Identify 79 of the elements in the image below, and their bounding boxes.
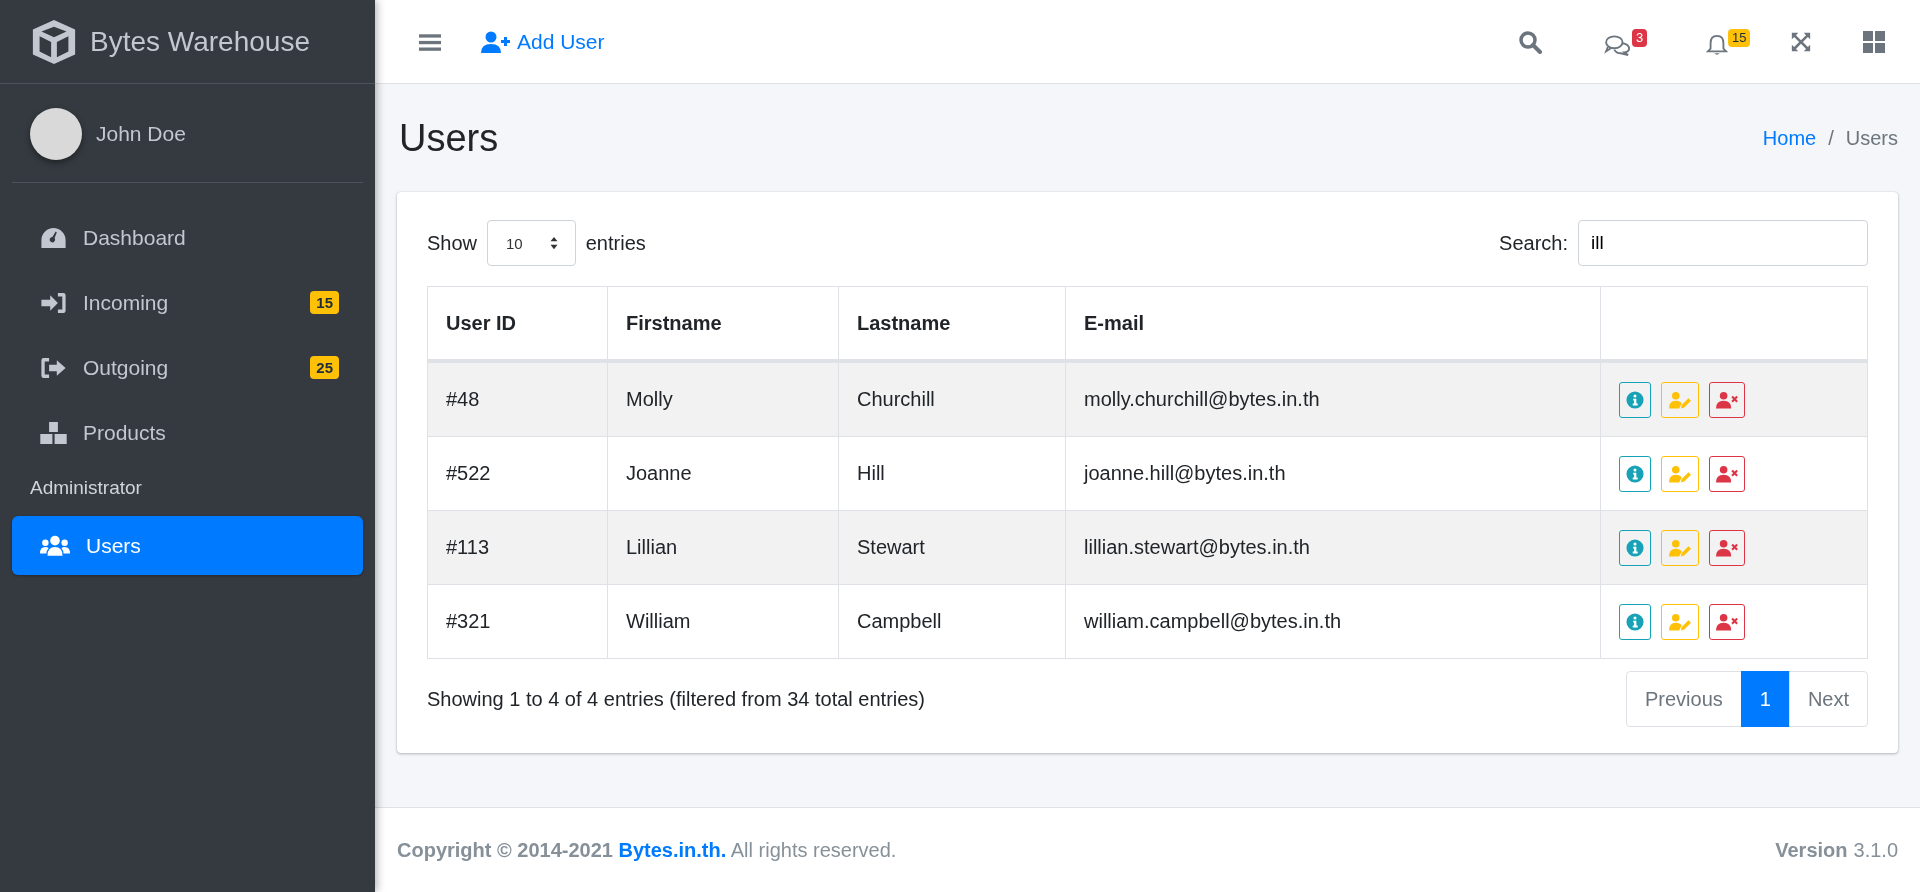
table-cell: molly.churchill@bytes.in.th	[1065, 361, 1601, 437]
add-user-link[interactable]: Add User	[477, 23, 609, 60]
user-plus-icon	[481, 30, 511, 53]
table-cell: william.campbell@bytes.in.th	[1065, 584, 1601, 659]
gauge-icon	[40, 226, 67, 249]
table-cell: #522	[427, 436, 608, 511]
user-edit-icon	[1669, 538, 1691, 557]
info-button[interactable]	[1619, 529, 1651, 566]
user-edit-icon	[1669, 464, 1691, 483]
sidebar-item[interactable]: Incoming 15	[12, 273, 363, 332]
version-number: 3.1.0	[1853, 838, 1898, 862]
search-label: Search:	[1499, 231, 1568, 255]
table-cell: Campbell	[838, 584, 1066, 659]
brand-name[interactable]: Bytes Warehouse	[90, 25, 310, 58]
delete-user-button[interactable]	[1709, 529, 1745, 566]
info-icon	[1626, 390, 1644, 409]
users-icon	[40, 534, 70, 557]
sidebar-item[interactable]: Products	[12, 403, 363, 462]
table-cell: #113	[427, 510, 608, 585]
pagination-button[interactable]: 1	[1740, 671, 1790, 727]
entries-label: entries	[585, 231, 646, 255]
table-cell: #48	[427, 361, 608, 437]
info-button[interactable]	[1619, 381, 1651, 418]
notification-badge: 15	[1728, 28, 1751, 47]
table-cell: Churchill	[838, 361, 1066, 437]
user-edit-icon	[1669, 390, 1691, 409]
pagination-button[interactable]: Next	[1788, 671, 1868, 727]
avatar	[30, 108, 82, 160]
user-name[interactable]: John Doe	[96, 122, 186, 146]
sidebar-item[interactable]: Dashboard	[12, 208, 363, 267]
sidebar-item[interactable]: Users	[12, 516, 363, 575]
delete-user-button[interactable]	[1709, 603, 1745, 640]
copyright-text: Copyright © 2014-2021 Bytes.in.th. All rights reserved.	[397, 838, 897, 862]
nav-section-header: Administrator	[29, 476, 143, 500]
count-badge: 15	[310, 291, 339, 314]
menu-icon	[419, 32, 441, 51]
user-remove-icon	[1716, 464, 1738, 483]
info-icon	[1626, 538, 1644, 557]
version-label: Version	[1775, 838, 1848, 862]
breadcrumb-item: Users	[1845, 126, 1898, 150]
count-badge: 25	[310, 356, 339, 379]
chat-bubbles-icon	[1604, 33, 1632, 56]
sign-in-icon	[40, 291, 67, 314]
notification-badge: 3	[1632, 28, 1648, 47]
delete-user-button[interactable]	[1709, 455, 1745, 492]
cube-logo-icon	[30, 17, 78, 66]
expand-icon	[1790, 30, 1812, 53]
search-field[interactable]: ill	[1578, 220, 1868, 266]
info-button[interactable]	[1619, 603, 1651, 640]
user-remove-icon	[1716, 612, 1738, 631]
breadcrumb-item: /	[1828, 126, 1834, 150]
grid-icon	[1862, 29, 1886, 54]
show-label: Show	[427, 231, 478, 255]
delete-user-button[interactable]	[1709, 381, 1745, 418]
table-cell: joanne.hill@bytes.in.th	[1065, 436, 1601, 511]
table-cell: Stewart	[838, 510, 1066, 585]
info-button[interactable]	[1619, 455, 1651, 492]
table-cell: Molly	[607, 361, 839, 437]
user-remove-icon	[1716, 538, 1738, 557]
boxes-icon	[40, 421, 67, 444]
user-remove-icon	[1716, 390, 1738, 409]
search-icon	[1518, 29, 1542, 54]
bell-icon	[1706, 33, 1728, 56]
breadcrumb-link[interactable]: Home	[1762, 126, 1817, 150]
page-title: Users	[399, 116, 499, 160]
info-icon	[1626, 612, 1644, 631]
table-cell: William	[607, 584, 839, 659]
table-info: Showing 1 to 4 of 4 entries (filtered from 34 total entries)	[427, 687, 926, 711]
sidebar-item[interactable]: Outgoing 25	[12, 338, 363, 397]
table-cell: #321	[427, 584, 608, 659]
table-cell: Lillian	[607, 510, 839, 585]
table-cell: lillian.stewart@bytes.in.th	[1065, 510, 1601, 585]
user-edit-icon	[1669, 612, 1691, 631]
info-icon	[1626, 464, 1644, 483]
table-cell: Joanne	[607, 436, 839, 511]
table-cell: Hill	[838, 436, 1066, 511]
sort-caret-icon	[548, 236, 559, 250]
page-size-select[interactable]: 10	[487, 220, 576, 266]
sign-out-icon	[40, 356, 67, 379]
